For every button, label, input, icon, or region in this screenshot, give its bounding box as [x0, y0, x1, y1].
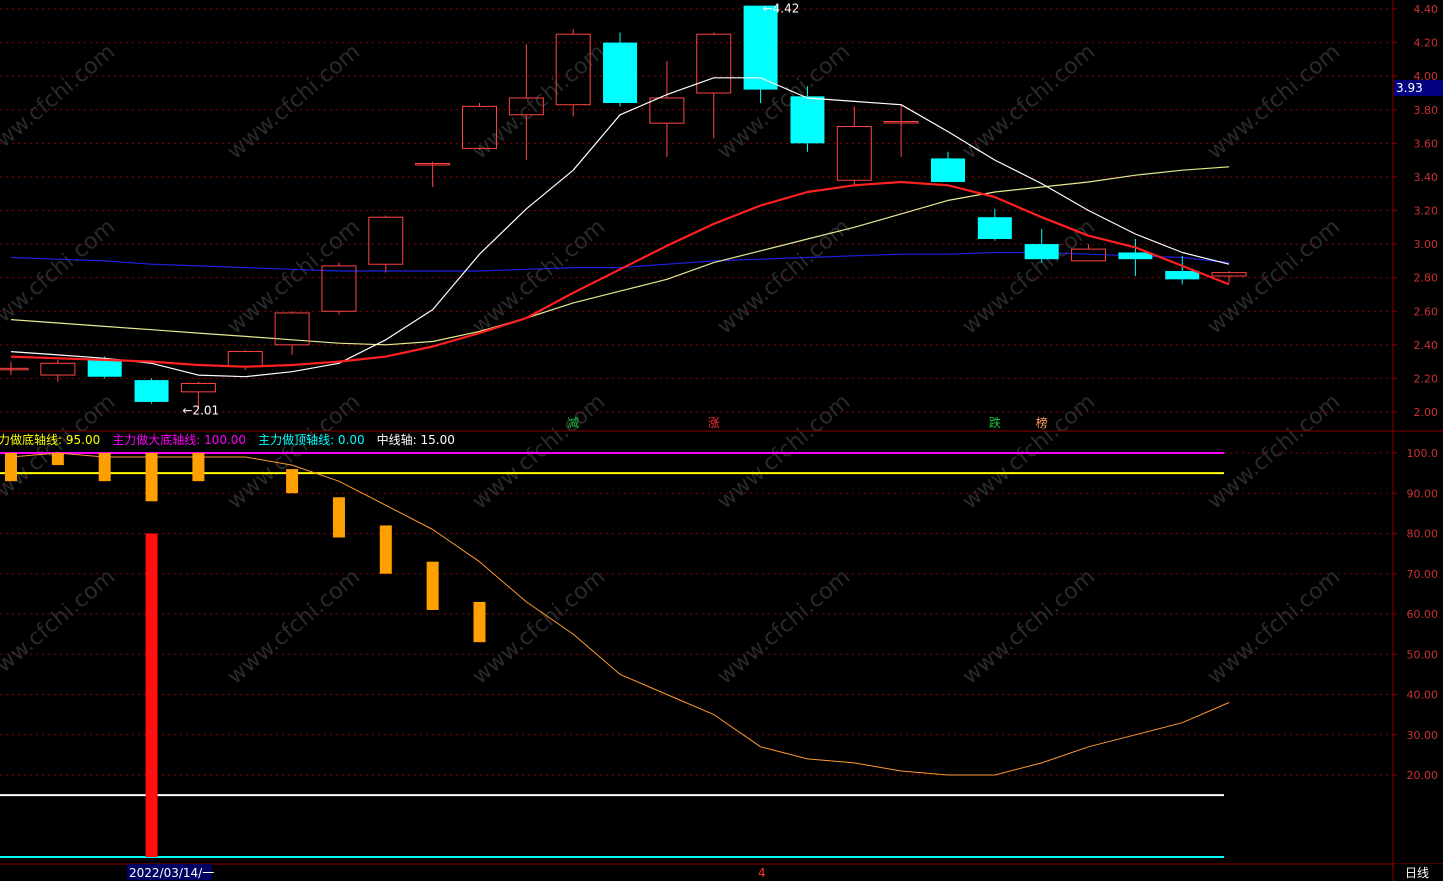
- candle-body-down: [603, 42, 638, 104]
- price-tick-label: 3.80: [1414, 104, 1439, 117]
- candle-body-down: [87, 359, 122, 377]
- signal-orange-bar: [286, 469, 299, 494]
- signal-orange-bar: [379, 525, 392, 574]
- candle[interactable]: [603, 32, 638, 107]
- legend-label: 力做底轴线: 95.00: [0, 432, 100, 447]
- signal-orange-bar: [473, 601, 486, 643]
- indicator-tick-label: 40.00: [1407, 689, 1439, 702]
- indicator-tick-label: 90.00: [1407, 487, 1439, 500]
- price-tick-label: 2.60: [1414, 305, 1439, 318]
- low-price-label: ←2.01: [182, 404, 219, 418]
- indicator-tick-label: 50.00: [1407, 648, 1439, 661]
- high-price-label: ←4.42: [763, 2, 800, 16]
- price-tick-label: 2.00: [1414, 406, 1439, 419]
- signal-marker: 减: [567, 416, 579, 430]
- period-label: 日线: [1405, 866, 1429, 880]
- price-tick-label: 3.60: [1414, 137, 1439, 150]
- candle-body-down: [1024, 244, 1059, 260]
- indicator-tick-label: 20.00: [1407, 769, 1439, 782]
- signal-marker: 榜: [1036, 415, 1048, 430]
- candle-body-down: [790, 96, 825, 144]
- indicator-tick-label: 100.0: [1407, 447, 1439, 460]
- date-label: 2022/03/14/一: [129, 866, 214, 880]
- candle-body-down: [743, 5, 778, 90]
- legend-label: 中线轴: 15.00: [377, 432, 455, 447]
- indicator-tick-label: 80.00: [1407, 528, 1439, 541]
- indicator-tick-label: 70.00: [1407, 568, 1439, 581]
- price-tick-label: 2.20: [1414, 372, 1439, 385]
- candle-body-down: [134, 380, 169, 402]
- price-tick-label: 2.40: [1414, 339, 1439, 352]
- price-tick-label: 3.20: [1414, 205, 1439, 218]
- signal-orange-bar: [51, 453, 64, 466]
- price-tick-label: 2.80: [1414, 272, 1439, 285]
- price-tick-label: 3.00: [1414, 238, 1439, 251]
- signal-orange-bar: [5, 453, 17, 482]
- cursor-label: 4: [758, 866, 766, 880]
- candle-body-down: [1118, 252, 1153, 260]
- price-tick-label: 4.20: [1414, 37, 1439, 50]
- indicator-tick-label: 30.00: [1407, 729, 1439, 742]
- candle[interactable]: [743, 5, 778, 104]
- stock-chart[interactable]: www.cfchi.com www.cfchi.com www.cfchi.com w…: [0, 0, 1443, 881]
- signal-marker: 跌: [989, 415, 1001, 430]
- price-tick-label: 3.40: [1414, 171, 1439, 184]
- legend-label: 主力做大底轴线: 100.00: [112, 432, 246, 447]
- signal-orange-bar: [145, 453, 158, 502]
- signal-orange-bar: [426, 561, 439, 610]
- candle-body-down: [931, 158, 965, 182]
- indicator-tick-label: 60.00: [1407, 608, 1439, 621]
- candle-body-down: [1165, 270, 1200, 280]
- current-price-label: 3.93: [1396, 81, 1423, 95]
- signal-marker: 涨: [708, 415, 720, 430]
- candle-body-down: [977, 217, 1012, 240]
- signal-orange-bar: [332, 497, 345, 538]
- legend-label: 主力做顶轴线: 0.00: [258, 432, 365, 447]
- candle[interactable]: [134, 378, 169, 404]
- signal-red-bar: [145, 533, 158, 857]
- price-tick-label: 4.40: [1414, 3, 1439, 16]
